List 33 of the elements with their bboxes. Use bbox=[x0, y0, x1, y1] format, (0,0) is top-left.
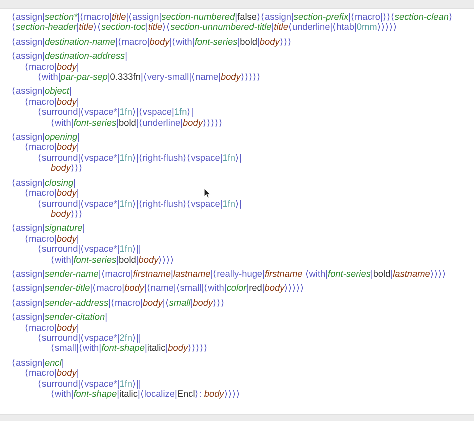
code-line: ⟨macro|body| bbox=[25, 142, 80, 153]
code-line: ⟨macro|body| bbox=[25, 96, 80, 108]
code-line: ⟨with|par-par-sep|0.333fn|⟨very-small|⟨name|body⟩⟩⟩⟩⟩ bbox=[38, 72, 261, 82]
code-line: ⟨surround|⟨vspace*|1fn⟩|⟨right-flush⟩⟨vspace|1fn⟩| bbox=[38, 198, 242, 209]
code-line: ⟨assign|destination-address| bbox=[12, 51, 128, 62]
code-line: ⟨with|font-shape|italic|⟨localize|Encl⟩: body⟩⟩⟩⟩ bbox=[51, 389, 240, 400]
code-line: ⟨with|font-series|bold|body⟩⟩⟩⟩ bbox=[51, 254, 175, 265]
code-line: ⟨macro|body| bbox=[25, 62, 80, 72]
code-line: ⟨assign|destination-name|⟨macro|body|⟨with|font-series|bold|body⟩⟩⟩ bbox=[12, 36, 292, 48]
code-line: ⟨macro|body| bbox=[25, 188, 80, 198]
code-line: ⟨surround|⟨vspace*|1fn⟩|⟨right-flush⟩⟨vspace|1fn⟩| bbox=[38, 152, 242, 164]
code-line: ⟨macro|body| bbox=[25, 322, 80, 333]
code-line: ⟨assign|closing| bbox=[12, 178, 76, 188]
code-line: ⟨assign|sender-address|⟨macro|body|⟨small|body⟩⟩⟩ bbox=[12, 298, 226, 308]
code-line: ⟨with|font-series|bold|⟨underline|body⟩⟩⟩⟩⟩ bbox=[51, 118, 223, 128]
code-line: ⟨surround|⟨vspace*|1fn⟩|| bbox=[38, 244, 142, 255]
code-line: ⟨surround|⟨vspace*|1fn⟩|⟨vspace|1fn⟩| bbox=[38, 107, 194, 118]
code-line: ⟨macro|body| bbox=[25, 368, 80, 379]
code-line: ⟨assign|section*|⟨macro|title|⟨assign|section-numbered|false⟩⟨assign|section-prefix|⟨macro|⟩⟩⟨section-clean⟩⟨section-header|title⟩⟨section-toc|title⟩⟨section-unnumbered-title|title⟨underline|⟨htab|0mm⟩⟩⟩⟩⟩ bbox=[12, 12, 454, 33]
code-line: ⟨assign|sender-citation| bbox=[12, 312, 108, 323]
code-line: body⟩⟩⟩ bbox=[51, 163, 83, 174]
code-line: ⟨assign|sender-name|⟨macro|firstname|lastname|⟨really-huge|firstname ⟨with|font-series|bold|lastname⟩⟩⟩⟩ bbox=[12, 268, 446, 280]
code-line: ⟨small|⟨with|font-shape|italic|body⟩⟩⟩⟩⟩ bbox=[51, 343, 208, 354]
code-line: ⟨surround|⟨vspace*|2fn⟩|| bbox=[38, 332, 142, 344]
code-line: ⟨surround|⟨vspace*|1fn⟩|| bbox=[38, 378, 142, 389]
code-line: ⟨assign|encl| bbox=[12, 358, 64, 368]
code-line: body⟩⟩⟩ bbox=[51, 208, 83, 220]
code-line: ⟨assign|signature| bbox=[12, 223, 86, 234]
code-line: ⟨assign|opening| bbox=[12, 132, 80, 142]
code-line: ⟨assign|object| bbox=[12, 86, 72, 97]
code-line: ⟨assign|sender-title|⟨macro|body|⟨name|⟨small|⟨with|color|red|body⟩⟩⟩⟩⟩ bbox=[12, 283, 305, 294]
code-line: ⟨macro|body| bbox=[25, 234, 80, 244]
mouse-pointer-icon bbox=[204, 188, 211, 199]
